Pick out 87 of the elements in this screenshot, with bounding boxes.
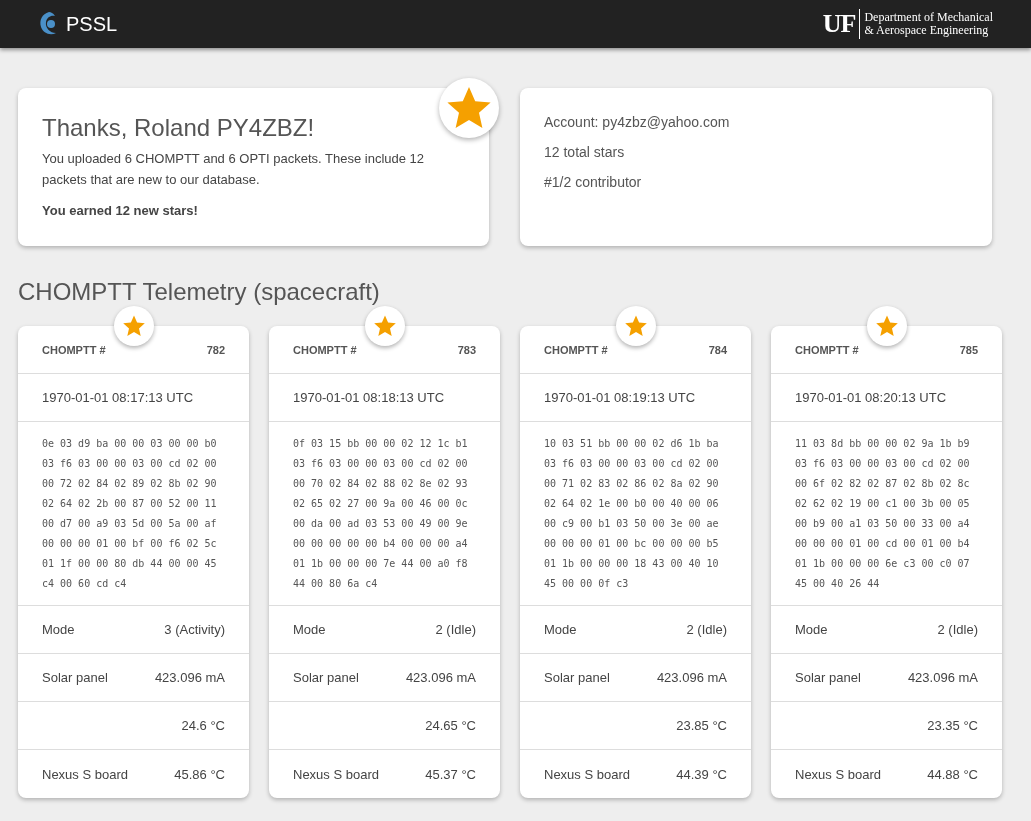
hex-line: 00 70 02 84 02 88 02 8e 02 93 xyxy=(293,477,469,491)
account-info: 12 total stars xyxy=(544,144,626,160)
field-value: 423.096 mA xyxy=(656,670,727,685)
field-label: Nexus S board xyxy=(795,766,881,782)
hex-line: 01 1f 00 00 80 db 44 00 00 45 xyxy=(42,557,218,571)
field-label: Mode xyxy=(544,622,577,637)
field-label: Mode xyxy=(795,622,828,637)
hex-line: 02 64 02 2b 00 87 00 52 00 11 xyxy=(42,497,218,511)
upload-message: You uploaded 6 CHOMPTT and 6 OPTI packets. These include 12 packets that are new to our database. xyxy=(42,150,426,189)
logo-text: PSSL xyxy=(66,12,118,36)
field-label: Nexus S board xyxy=(293,766,379,782)
hex-line: 44 00 80 6a c4 xyxy=(293,577,379,591)
field-value: 45.86 °C xyxy=(174,766,225,782)
star-icon xyxy=(874,314,899,338)
field-value: 423.096 mA xyxy=(405,670,476,685)
field-value: 24.6 °C xyxy=(181,718,225,733)
packet-time: 1970-01-01 08:17:13 UTC xyxy=(42,390,194,405)
packet-number: 784 xyxy=(708,343,727,356)
hex-line: 00 00 00 01 00 bc 00 00 00 b5 xyxy=(544,537,720,551)
packet-time: 1970-01-01 08:18:13 UTC xyxy=(293,390,445,405)
packet-label: CHOMPTT # xyxy=(293,343,357,356)
hex-line: 03 f6 03 00 00 03 00 cd 02 00 xyxy=(293,457,469,471)
hex-line: 03 f6 03 00 00 03 00 cd 02 00 xyxy=(544,457,720,471)
account-info: Account: py4zbz@yahoo.com xyxy=(544,114,731,130)
field-value: 23.85 °C xyxy=(676,718,727,733)
star-icon xyxy=(372,314,397,338)
hex-line: 00 da 00 ad 03 53 00 49 00 9e xyxy=(293,517,469,531)
packet-number: 783 xyxy=(457,343,476,356)
field-value: 423.096 mA xyxy=(154,670,225,685)
field-value: 44.88 °C xyxy=(927,766,978,782)
packet-label: CHOMPTT # xyxy=(795,343,859,356)
hex-line: 00 c9 00 b1 03 50 00 3e 00 ae xyxy=(544,517,720,531)
field-label: Solar panel xyxy=(293,670,359,685)
department-name: & Aerospace Engineering xyxy=(864,24,990,37)
uf-logo: UF xyxy=(822,9,861,39)
hex-line: 00 6f 02 82 02 87 02 8b 02 8c xyxy=(795,477,971,491)
field-label: Solar panel xyxy=(42,670,108,685)
hex-line: 01 1b 00 00 00 7e 44 00 a0 f8 xyxy=(293,557,469,571)
account-info: #1/2 contributor xyxy=(544,174,643,190)
hex-line: 02 64 02 1e 00 b0 00 40 00 06 xyxy=(544,497,720,511)
packet-number: 782 xyxy=(206,343,225,356)
hex-line: 03 f6 03 00 00 03 00 cd 02 00 xyxy=(795,457,971,471)
field-value: 44.39 °C xyxy=(676,766,727,782)
packet-label: CHOMPTT # xyxy=(42,343,106,356)
field-label: Solar panel xyxy=(795,670,861,685)
hex-line: 00 00 00 01 00 bf 00 f6 02 5c xyxy=(42,537,218,551)
star-icon xyxy=(121,314,146,338)
field-value: 24.65 °C xyxy=(425,718,476,733)
hex-line: 45 00 40 26 44 xyxy=(795,577,881,591)
hex-line: 02 62 02 19 00 c1 00 3b 00 05 xyxy=(795,497,971,511)
packet-time: 1970-01-01 08:19:13 UTC xyxy=(544,390,696,405)
hex-line: 10 03 51 bb 00 00 02 d6 1b ba xyxy=(544,437,720,451)
field-value: 23.35 °C xyxy=(927,718,978,733)
field-label: Mode xyxy=(293,622,326,637)
field-value: 2 (Idle) xyxy=(435,622,476,637)
field-value: 423.096 mA xyxy=(907,670,978,685)
section-title: CHOMPTT Telemetry (spacecraft) xyxy=(18,278,381,306)
hex-line: 01 1b 00 00 00 6e c3 00 c0 07 xyxy=(795,557,971,571)
field-value: 2 (Idle) xyxy=(686,622,727,637)
field-value: 45.37 °C xyxy=(425,766,476,782)
hex-line: 00 00 00 01 00 cd 00 01 00 b4 xyxy=(795,537,971,551)
hex-line: 01 1b 00 00 00 18 43 00 40 10 xyxy=(544,557,720,571)
earned-message: You earned 12 new stars! xyxy=(42,202,199,220)
field-label: Nexus S board xyxy=(42,766,128,782)
hex-line: 45 00 00 0f c3 xyxy=(544,577,630,591)
packet-number: 785 xyxy=(959,343,978,356)
hex-line: 0f 03 15 bb 00 00 02 12 1c b1 xyxy=(293,437,469,451)
hex-line: 00 00 00 00 00 b4 00 00 00 a4 xyxy=(293,537,469,551)
hex-line: 03 f6 03 00 00 03 00 cd 02 00 xyxy=(42,457,218,471)
hex-line: 02 65 02 27 00 9a 00 46 00 0c xyxy=(293,497,469,511)
field-value: 2 (Idle) xyxy=(937,622,978,637)
hex-line: 00 72 02 84 02 89 02 8b 02 90 xyxy=(42,477,218,491)
hex-line: 0e 03 d9 ba 00 00 03 00 00 b0 xyxy=(42,437,218,451)
field-label: Solar panel xyxy=(544,670,610,685)
hex-line: 00 d7 00 a9 03 5d 00 5a 00 af xyxy=(42,517,218,531)
field-label: Mode xyxy=(42,622,75,637)
department-name: Department of Mechanical xyxy=(864,11,993,24)
hex-line: 00 71 02 83 02 86 02 8a 02 90 xyxy=(544,477,720,491)
thanks-title: Thanks, Roland PY4ZBZ! xyxy=(42,114,316,142)
star-icon xyxy=(623,314,648,338)
packet-time: 1970-01-01 08:20:13 UTC xyxy=(795,390,947,405)
hex-line: 11 03 8d bb 00 00 02 9a 1b b9 xyxy=(795,437,971,451)
field-label: Nexus S board xyxy=(544,766,630,782)
hex-line: 00 b9 00 a1 03 50 00 33 00 a4 xyxy=(795,517,971,531)
field-value: 3 (Activity) xyxy=(164,622,225,637)
hex-line: c4 00 60 cd c4 xyxy=(42,577,128,591)
packet-label: CHOMPTT # xyxy=(544,343,608,356)
